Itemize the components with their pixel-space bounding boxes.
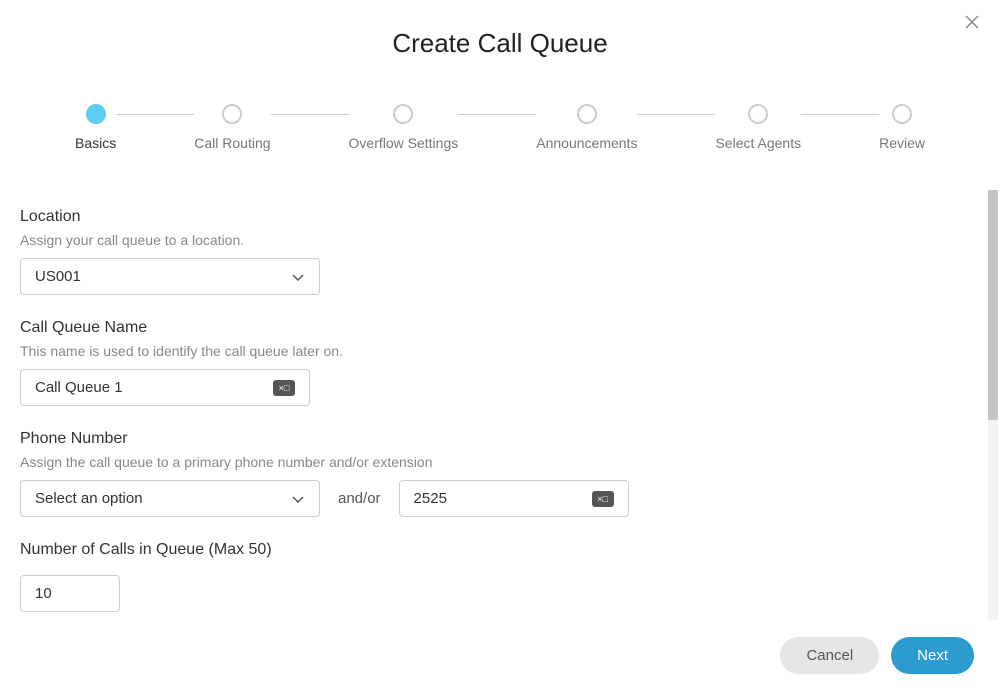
phone-field-group: Phone Number Assign the call queue to a … [20, 430, 980, 517]
step-circle-icon [892, 104, 912, 124]
step-connector [271, 114, 349, 115]
close-button[interactable] [962, 14, 982, 34]
step-circle-icon [86, 104, 106, 124]
step-label: Review [879, 135, 925, 151]
next-button[interactable]: Next [891, 637, 974, 674]
location-value: US001 [35, 268, 81, 285]
step-select-agents[interactable]: Select Agents [715, 104, 801, 151]
queue-name-input[interactable]: Call Queue 1 ×□ [20, 369, 310, 406]
phone-row: Select an option and/or 2525 ×□ [20, 480, 980, 517]
step-overflow-settings[interactable]: Overflow Settings [349, 104, 459, 151]
step-label: Call Routing [194, 135, 270, 151]
step-review[interactable]: Review [879, 104, 925, 151]
location-description: Assign your call queue to a location. [20, 232, 980, 248]
step-basics[interactable]: Basics [75, 104, 116, 151]
phone-label: Phone Number [20, 430, 980, 448]
clear-input-icon[interactable]: ×□ [273, 380, 295, 396]
location-select[interactable]: US001 [20, 258, 320, 295]
num-calls-value: 10 [35, 585, 105, 602]
num-calls-label: Number of Calls in Queue (Max 50) [20, 541, 980, 559]
num-calls-input[interactable]: 10 [20, 575, 120, 612]
andor-text: and/or [338, 490, 381, 507]
form-content: Location Assign your call queue to a loc… [0, 190, 1000, 620]
extension-value: 2525 [414, 490, 586, 507]
queue-name-value: Call Queue 1 [35, 379, 267, 396]
modal-footer: Cancel Next [0, 620, 1000, 690]
step-circle-icon [222, 104, 242, 124]
step-circle-icon [748, 104, 768, 124]
chevron-down-icon [291, 492, 305, 506]
chevron-down-icon [291, 270, 305, 284]
step-connector [458, 114, 536, 115]
step-label: Announcements [536, 135, 637, 151]
scrollbar-thumb[interactable] [988, 190, 998, 420]
queue-name-field-group: Call Queue Name This name is used to ide… [20, 319, 980, 406]
phone-description: Assign the call queue to a primary phone… [20, 454, 980, 470]
step-circle-icon [577, 104, 597, 124]
extension-input[interactable]: 2525 ×□ [399, 480, 629, 517]
clear-input-icon[interactable]: ×□ [592, 491, 614, 507]
location-label: Location [20, 208, 980, 226]
phone-select-placeholder: Select an option [35, 490, 143, 507]
queue-name-description: This name is used to identify the call q… [20, 343, 980, 359]
cancel-button[interactable]: Cancel [780, 637, 879, 674]
step-circle-icon [393, 104, 413, 124]
close-icon [964, 14, 980, 35]
modal-title: Create Call Queue [0, 0, 1000, 59]
step-label: Select Agents [715, 135, 801, 151]
step-label: Overflow Settings [349, 135, 459, 151]
step-connector [801, 114, 879, 115]
form-scroll-area: Location Assign your call queue to a loc… [0, 190, 1000, 620]
queue-name-label: Call Queue Name [20, 319, 980, 337]
phone-number-select[interactable]: Select an option [20, 480, 320, 517]
step-call-routing[interactable]: Call Routing [194, 104, 270, 151]
wizard-stepper: Basics Call Routing Overflow Settings An… [0, 59, 1000, 151]
num-calls-field-group: Number of Calls in Queue (Max 50) 10 [20, 541, 980, 612]
step-label: Basics [75, 135, 116, 151]
step-announcements[interactable]: Announcements [536, 104, 637, 151]
step-connector [116, 114, 194, 115]
step-connector [637, 114, 715, 115]
location-field-group: Location Assign your call queue to a loc… [20, 208, 980, 295]
